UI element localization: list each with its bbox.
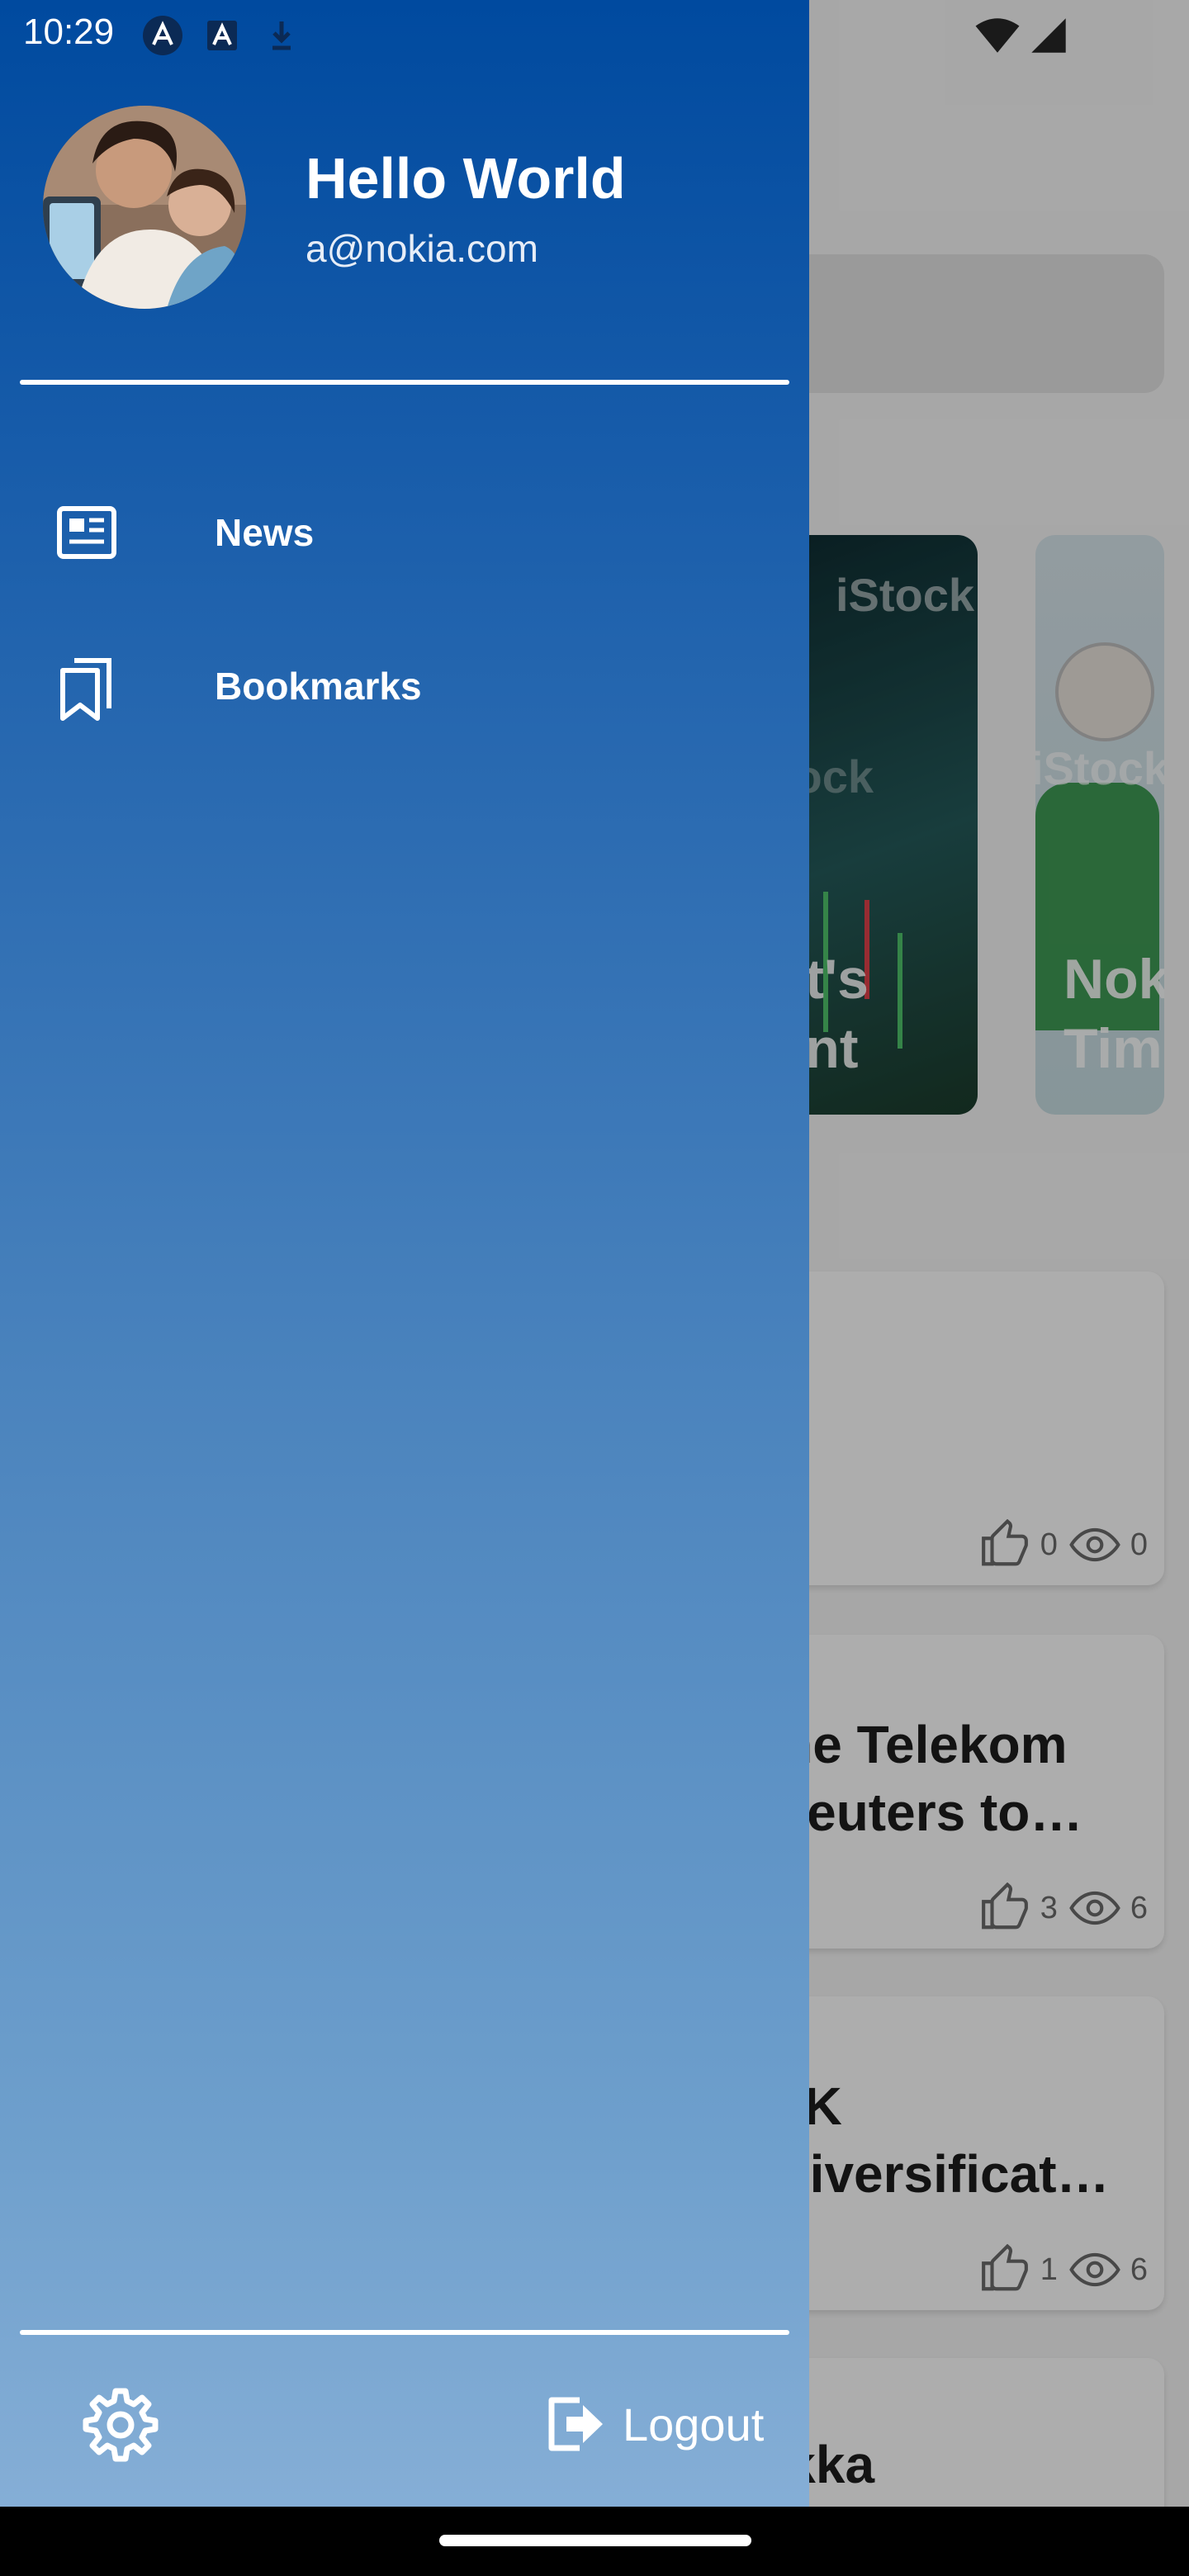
notification-icons — [142, 15, 302, 56]
profile-avatar[interactable] — [43, 106, 246, 309]
header-divider — [20, 380, 789, 385]
logout-icon — [548, 2397, 603, 2451]
nav-item-news[interactable]: News — [0, 462, 809, 603]
system-navigation-bar — [0, 2507, 1189, 2576]
logout-button[interactable]: Logout — [537, 2383, 768, 2465]
text-notification-icon — [201, 15, 243, 56]
nav-item-bookmarks[interactable]: Bookmarks — [0, 616, 809, 756]
settings-button[interactable] — [79, 2383, 162, 2465]
profile-photo — [43, 106, 246, 309]
app-notification-icon — [142, 15, 183, 56]
user-email: a@nokia.com — [306, 227, 538, 270]
status-time: 10:29 — [23, 12, 115, 52]
bookmarks-icon — [60, 658, 111, 721]
newspaper-icon — [57, 506, 116, 559]
system-icons — [973, 17, 1068, 54]
gear-icon — [83, 2388, 159, 2462]
download-notification-icon — [261, 15, 302, 56]
user-name: Hello World — [306, 146, 626, 211]
footer-divider — [20, 2330, 789, 2335]
wifi-icon — [975, 18, 1020, 53]
nav-item-label: News — [215, 511, 315, 554]
navigation-drawer: Hello World a@nokia.com News Bookmarks L… — [0, 0, 809, 2507]
home-gesture-handle[interactable] — [439, 2535, 751, 2546]
logout-label: Logout — [623, 2398, 765, 2451]
status-bar: 10:29 — [0, 0, 1189, 69]
cell-signal-icon — [1031, 18, 1066, 53]
nav-item-label: Bookmarks — [215, 665, 422, 708]
